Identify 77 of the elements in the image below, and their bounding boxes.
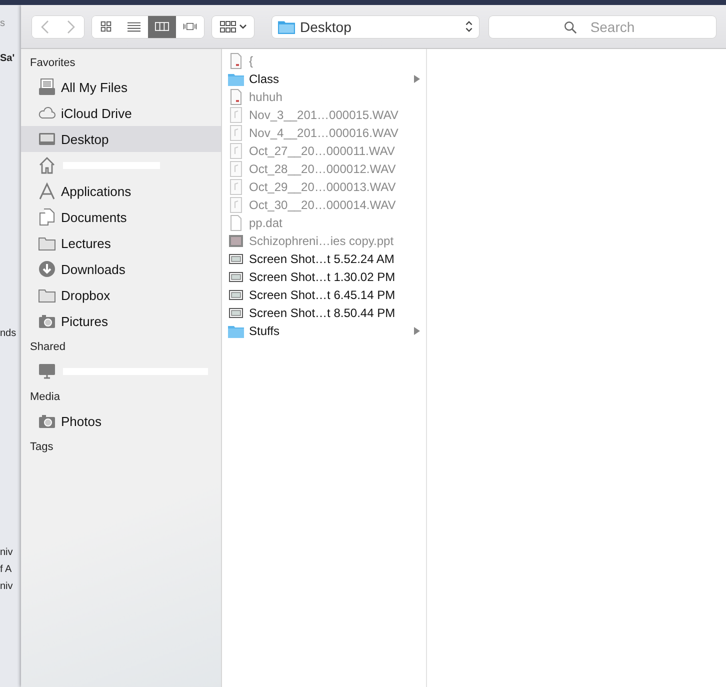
sidebar-item[interactable]: All My Files bbox=[21, 74, 221, 100]
grid-icon bbox=[99, 20, 113, 33]
compass-ruler-icon bbox=[38, 182, 56, 200]
disclosure-arrow-icon bbox=[414, 75, 420, 83]
sidebar-item[interactable]: Lectures bbox=[21, 230, 221, 256]
file-tray-icon bbox=[38, 78, 56, 96]
file-row[interactable]: pp.dat bbox=[222, 214, 426, 232]
file-row[interactable]: Class bbox=[222, 70, 426, 88]
blank-file-icon bbox=[228, 215, 244, 231]
columns-icon bbox=[155, 20, 169, 33]
background-text: niv bbox=[0, 581, 13, 592]
background-text: f A bbox=[0, 564, 12, 575]
background-text: s bbox=[0, 18, 5, 29]
path-popup[interactable]: Desktop bbox=[272, 16, 479, 38]
up-down-caret-icon bbox=[465, 20, 473, 33]
file-row[interactable]: { bbox=[222, 52, 426, 70]
download-icon bbox=[38, 260, 56, 278]
sidebar-item[interactable]: Photos bbox=[21, 408, 221, 434]
camera-icon bbox=[38, 412, 56, 430]
chevron-right-icon bbox=[67, 20, 75, 34]
background-text: Sa' bbox=[0, 53, 15, 64]
file-row[interactable]: Screen Shot…t 5.52.24 AM bbox=[222, 250, 426, 268]
file-row[interactable]: Screen Shot…t 6.45.14 PM bbox=[222, 286, 426, 304]
document-icon bbox=[228, 89, 244, 105]
sidebar-section-title: Media bbox=[29, 390, 61, 405]
folder-icon bbox=[228, 323, 244, 339]
file-row[interactable]: Nov_3__201…000015.WAV bbox=[222, 106, 426, 124]
chevron-left-icon bbox=[41, 20, 49, 34]
grid-icon bbox=[220, 20, 236, 32]
arrange-button[interactable] bbox=[212, 16, 254, 38]
sidebar-item[interactable]: Downloads bbox=[21, 256, 221, 282]
background-text: niv bbox=[0, 547, 13, 558]
file-row[interactable]: Nov_4__201…000016.WAV bbox=[222, 124, 426, 142]
monitor-icon bbox=[38, 362, 56, 380]
view-mode-button[interactable] bbox=[148, 16, 176, 38]
music-file-icon bbox=[228, 125, 244, 141]
sidebar-item[interactable]: Documents bbox=[21, 204, 221, 230]
documents-icon bbox=[38, 208, 56, 226]
house-icon bbox=[38, 156, 56, 174]
desktop-icon bbox=[38, 130, 56, 148]
screenshot-icon bbox=[228, 305, 244, 321]
file-row[interactable]: Oct_28__20…000012.WAV bbox=[222, 160, 426, 178]
music-file-icon bbox=[228, 143, 244, 159]
disclosure-arrow-icon bbox=[414, 327, 420, 335]
music-file-icon bbox=[228, 107, 244, 123]
sidebar-section-title: Tags bbox=[29, 440, 54, 455]
music-file-icon bbox=[228, 197, 244, 213]
file-row[interactable]: Stuffs bbox=[222, 322, 426, 340]
folder-icon bbox=[278, 19, 295, 34]
sidebar-item[interactable]: iCloud Drive bbox=[21, 100, 221, 126]
screenshot-icon bbox=[228, 269, 244, 285]
file-row[interactable]: Oct_29__20…000013.WAV bbox=[222, 178, 426, 196]
file-row[interactable]: Oct_27__20…000011.WAV bbox=[222, 142, 426, 160]
file-row[interactable]: Schizophreni…ies copy.ppt bbox=[222, 232, 426, 250]
background-text: nds bbox=[0, 328, 16, 339]
folder-icon bbox=[228, 71, 244, 87]
document-icon bbox=[228, 53, 244, 69]
slide-file-icon bbox=[228, 233, 244, 249]
sidebar-section-title: Favorites bbox=[29, 56, 76, 71]
sidebar-item[interactable]: Pictures bbox=[21, 308, 221, 334]
search-field[interactable]: Search bbox=[489, 16, 716, 38]
music-file-icon bbox=[228, 179, 244, 195]
list-icon bbox=[127, 20, 141, 33]
file-row[interactable]: huhuh bbox=[222, 88, 426, 106]
screenshot-icon bbox=[228, 287, 244, 303]
sidebar-item[interactable]: Dropbox bbox=[21, 282, 221, 308]
sidebar-item[interactable]: Applications bbox=[21, 178, 221, 204]
caret-icon bbox=[238, 24, 246, 30]
file-row[interactable]: Screen Shot…t 1.30.02 PM bbox=[222, 268, 426, 286]
music-file-icon bbox=[228, 161, 244, 177]
sidebar-section-title: Shared bbox=[29, 340, 66, 355]
file-row[interactable]: Screen Shot…t 8.50.44 PM bbox=[222, 304, 426, 322]
screenshot-icon bbox=[228, 251, 244, 267]
sidebar-item[interactable]: Desktop bbox=[21, 126, 221, 152]
file-row[interactable]: Oct_30__20…000014.WAV bbox=[222, 196, 426, 214]
cover-flow-icon bbox=[183, 20, 197, 33]
camera-icon bbox=[38, 312, 56, 330]
